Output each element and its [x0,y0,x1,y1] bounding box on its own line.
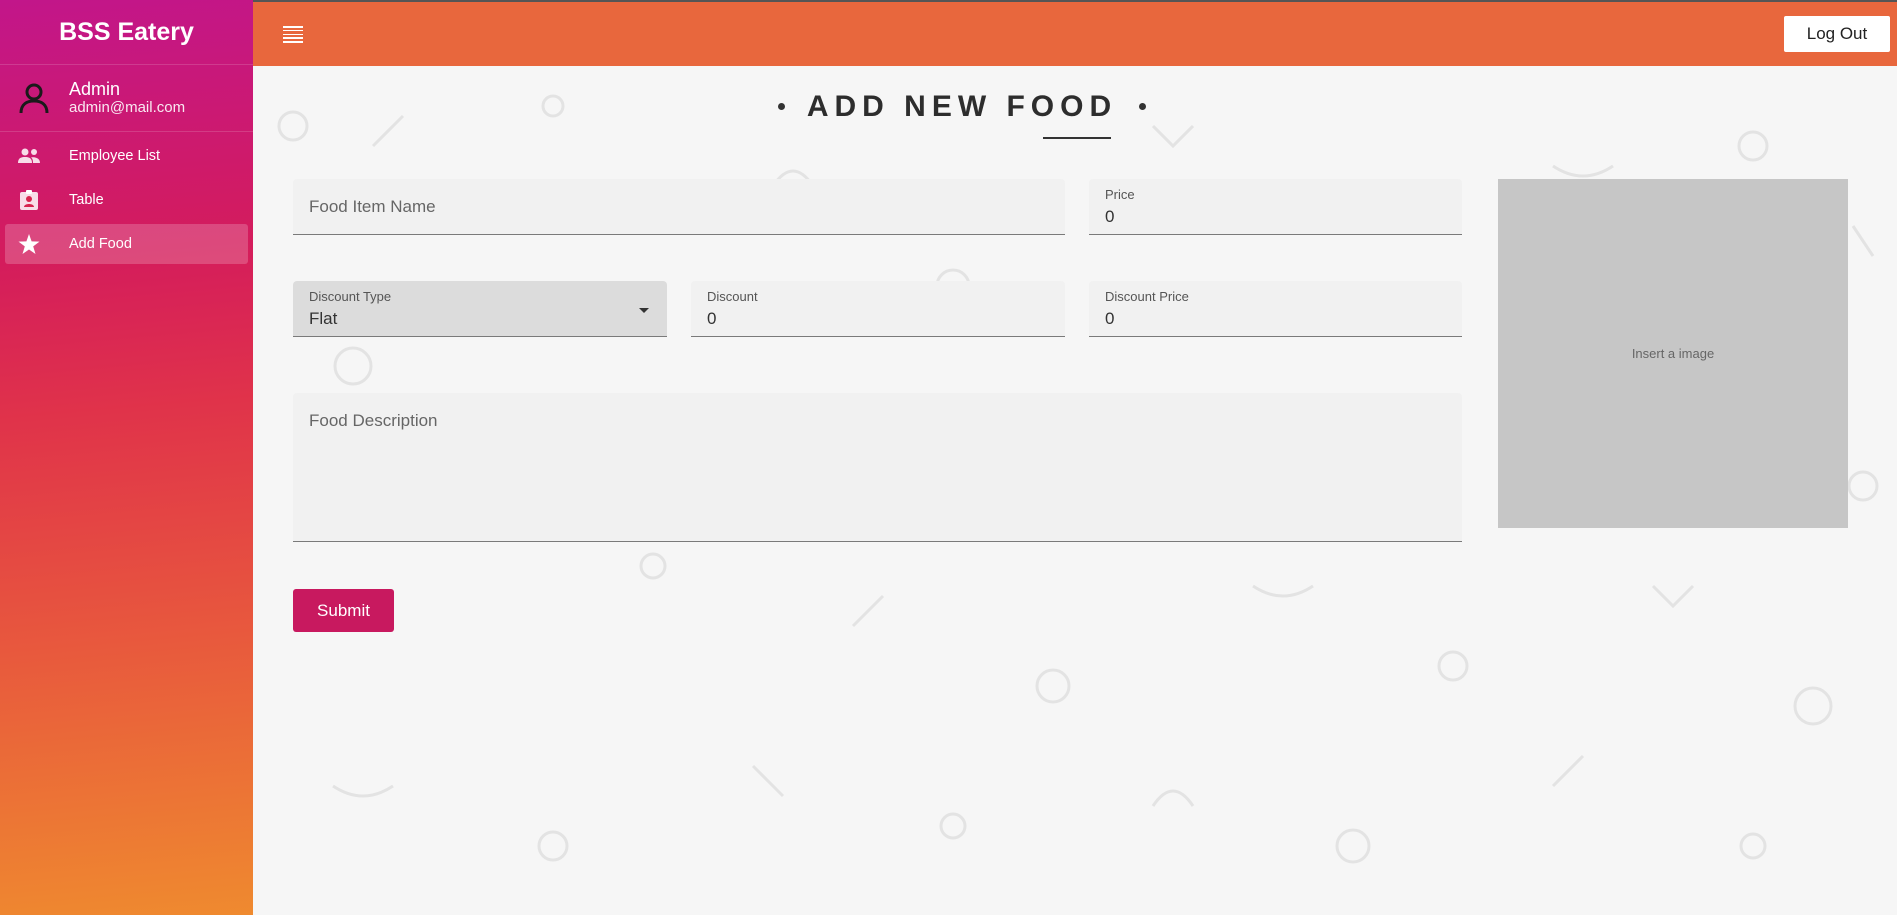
discount-value: 0 [707,309,717,328]
top-header: Log Out [253,0,1897,66]
user-profile: Admin admin@mail.com [0,65,253,132]
people-icon [14,145,44,167]
sidebar-item-label: Add Food [69,236,132,252]
discount-field[interactable]: Discount 0 [691,281,1065,337]
discount-type-label: Discount Type [309,289,392,304]
user-name: Admin [69,79,121,99]
sidebar-item-label: Table [69,192,104,208]
brand-title: BSS Eatery [0,0,253,65]
discount-type-value: Flat [309,309,338,328]
submit-button[interactable]: Submit [293,589,394,632]
discount-price-field[interactable]: Discount Price 0 [1089,281,1462,337]
price-value: 0 [1105,207,1115,226]
sidebar-item-employee-list[interactable]: Employee List [5,136,248,176]
sidebar-item-table[interactable]: Table [5,180,248,220]
image-placeholder-text: Insert a image [1631,346,1715,361]
image-upload-area[interactable]: Insert a image [1498,179,1848,528]
food-item-name-placeholder: Food Item Name [309,197,436,216]
logout-button[interactable]: Log Out [1784,16,1890,52]
sidebar-item-add-food[interactable]: Add Food [5,224,248,264]
food-description-field[interactable]: Food Description [293,393,1462,542]
title-dot-left [777,102,785,110]
star-icon [14,233,44,255]
sidebar-nav: Employee List Table Add Food [0,132,253,264]
sidebar-item-label: Employee List [69,148,161,164]
price-label: Price [1105,187,1135,202]
food-description-placeholder: Food Description [309,411,438,430]
price-field[interactable]: Price 0 [1089,179,1462,235]
food-item-name-field[interactable]: Food Item Name [293,179,1065,235]
menu-icon[interactable] [283,26,303,44]
title-underline [1043,137,1111,139]
page-title-text: ADD NEW FOOD [806,90,1118,123]
discount-label: Discount [707,289,758,304]
clipboard-user-icon [14,189,44,211]
sidebar: BSS Eatery Admin admin@mail.com Employee… [0,0,253,915]
user-icon [16,80,52,116]
discount-type-select[interactable]: Discount Type Flat [293,281,667,337]
page-title: ADD NEW FOOD [253,90,1671,124]
main-content: ADD NEW FOOD Food Item Name Price 0 Disc… [253,66,1897,915]
user-email: admin@mail.com [69,99,186,116]
title-dot-right [1139,102,1147,110]
discount-price-label: Discount Price [1105,289,1189,304]
chevron-down-icon [639,308,649,313]
discount-price-value: 0 [1105,309,1115,328]
